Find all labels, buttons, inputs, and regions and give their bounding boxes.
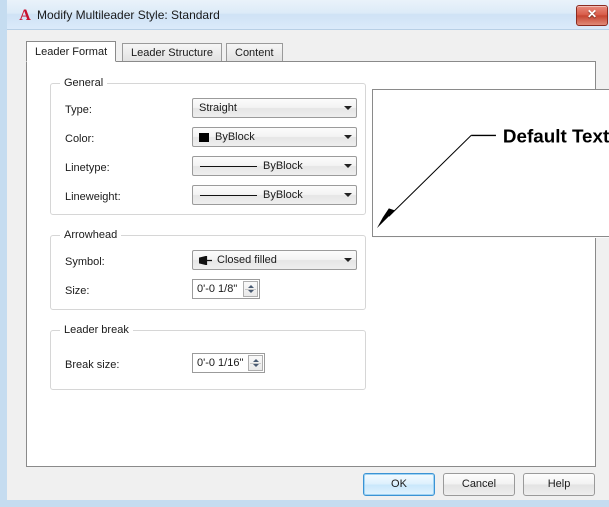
spinner-arrowhead-size-value: 0'-0 1/8": [197, 283, 238, 295]
group-general: General Type: Straight Color: ByBlock Li…: [50, 77, 366, 215]
dialog-client-area: Leader Format Leader Structure Content G…: [14, 30, 609, 500]
combo-type[interactable]: Straight: [192, 98, 357, 118]
help-button[interactable]: Help: [523, 473, 595, 496]
spinner-break-size-buttons[interactable]: [248, 355, 263, 371]
chevron-down-icon: [344, 164, 352, 168]
title-bar: A Modify Multileader Style: Standard ✕: [7, 0, 609, 30]
combo-color-value: ByBlock: [215, 131, 255, 143]
tab-leader-structure[interactable]: Leader Structure: [122, 43, 222, 61]
combo-linetype-value: ByBlock: [263, 160, 303, 172]
label-arrowhead-size: Size:: [65, 285, 90, 297]
group-leader-break-title: Leader break: [60, 324, 133, 336]
spinner-break-size-value: 0'-0 1/16": [197, 357, 244, 369]
preview-default-text: Default Text: [503, 125, 609, 146]
ok-button[interactable]: OK: [363, 473, 435, 496]
close-icon: ✕: [586, 7, 598, 21]
continuous-line-sample-icon: [200, 166, 257, 167]
preview-arrowhead-icon: [376, 208, 395, 229]
label-linetype: Linetype:: [65, 162, 110, 174]
cancel-button[interactable]: Cancel: [443, 473, 515, 496]
label-lineweight: Lineweight:: [65, 191, 121, 203]
multileader-preview: Default Text: [372, 89, 609, 237]
tab-panel-leader-format: General Type: Straight Color: ByBlock Li…: [26, 61, 609, 467]
close-button[interactable]: ✕: [576, 5, 608, 26]
chevron-down-icon: [344, 135, 352, 139]
group-leader-break: Leader break Break size: 0'-0 1/16": [50, 324, 366, 390]
label-break-size: Break size:: [65, 359, 120, 371]
spinner-arrowhead-size-buttons[interactable]: [243, 281, 258, 297]
chevron-down-icon: [344, 106, 352, 110]
lineweight-line-sample-icon: [200, 195, 257, 196]
preview-drawing: Default Text: [376, 125, 609, 229]
label-color: Color:: [65, 133, 95, 145]
group-general-title: General: [60, 77, 108, 89]
dialog-window: A Modify Multileader Style: Standard ✕ L…: [0, 0, 609, 507]
combo-lineweight[interactable]: ByBlock: [192, 185, 357, 205]
closed-filled-arrow-icon: [198, 255, 212, 266]
window-title: Modify Multileader Style: Standard: [37, 8, 220, 22]
label-symbol: Symbol:: [65, 256, 105, 268]
autocad-a-icon: A: [19, 7, 31, 24]
black-color-swatch-icon: [199, 133, 209, 142]
chevron-down-icon: [344, 258, 352, 262]
spinner-up-icon[interactable]: [253, 359, 259, 362]
combo-lineweight-value: ByBlock: [263, 189, 303, 201]
chevron-down-icon: [344, 193, 352, 197]
label-type: Type:: [65, 104, 92, 116]
combo-linetype[interactable]: ByBlock: [192, 156, 357, 176]
tab-leader-format[interactable]: Leader Format: [26, 41, 117, 62]
group-arrowhead-title: Arrowhead: [60, 229, 122, 241]
combo-arrowhead-symbol-value: Closed filled: [217, 254, 277, 266]
spinner-up-icon[interactable]: [248, 285, 254, 288]
tab-content[interactable]: Content: [226, 43, 283, 61]
combo-arrowhead-symbol[interactable]: Closed filled: [192, 250, 357, 270]
combo-type-value: Straight: [199, 102, 237, 114]
spinner-arrowhead-size[interactable]: 0'-0 1/8": [192, 279, 260, 299]
spinner-down-icon[interactable]: [253, 364, 259, 367]
group-arrowhead: Arrowhead Symbol: Closed filled Size: 0'…: [50, 229, 366, 310]
combo-color[interactable]: ByBlock: [192, 127, 357, 147]
spinner-down-icon[interactable]: [248, 290, 254, 293]
spinner-break-size[interactable]: 0'-0 1/16": [192, 353, 265, 373]
